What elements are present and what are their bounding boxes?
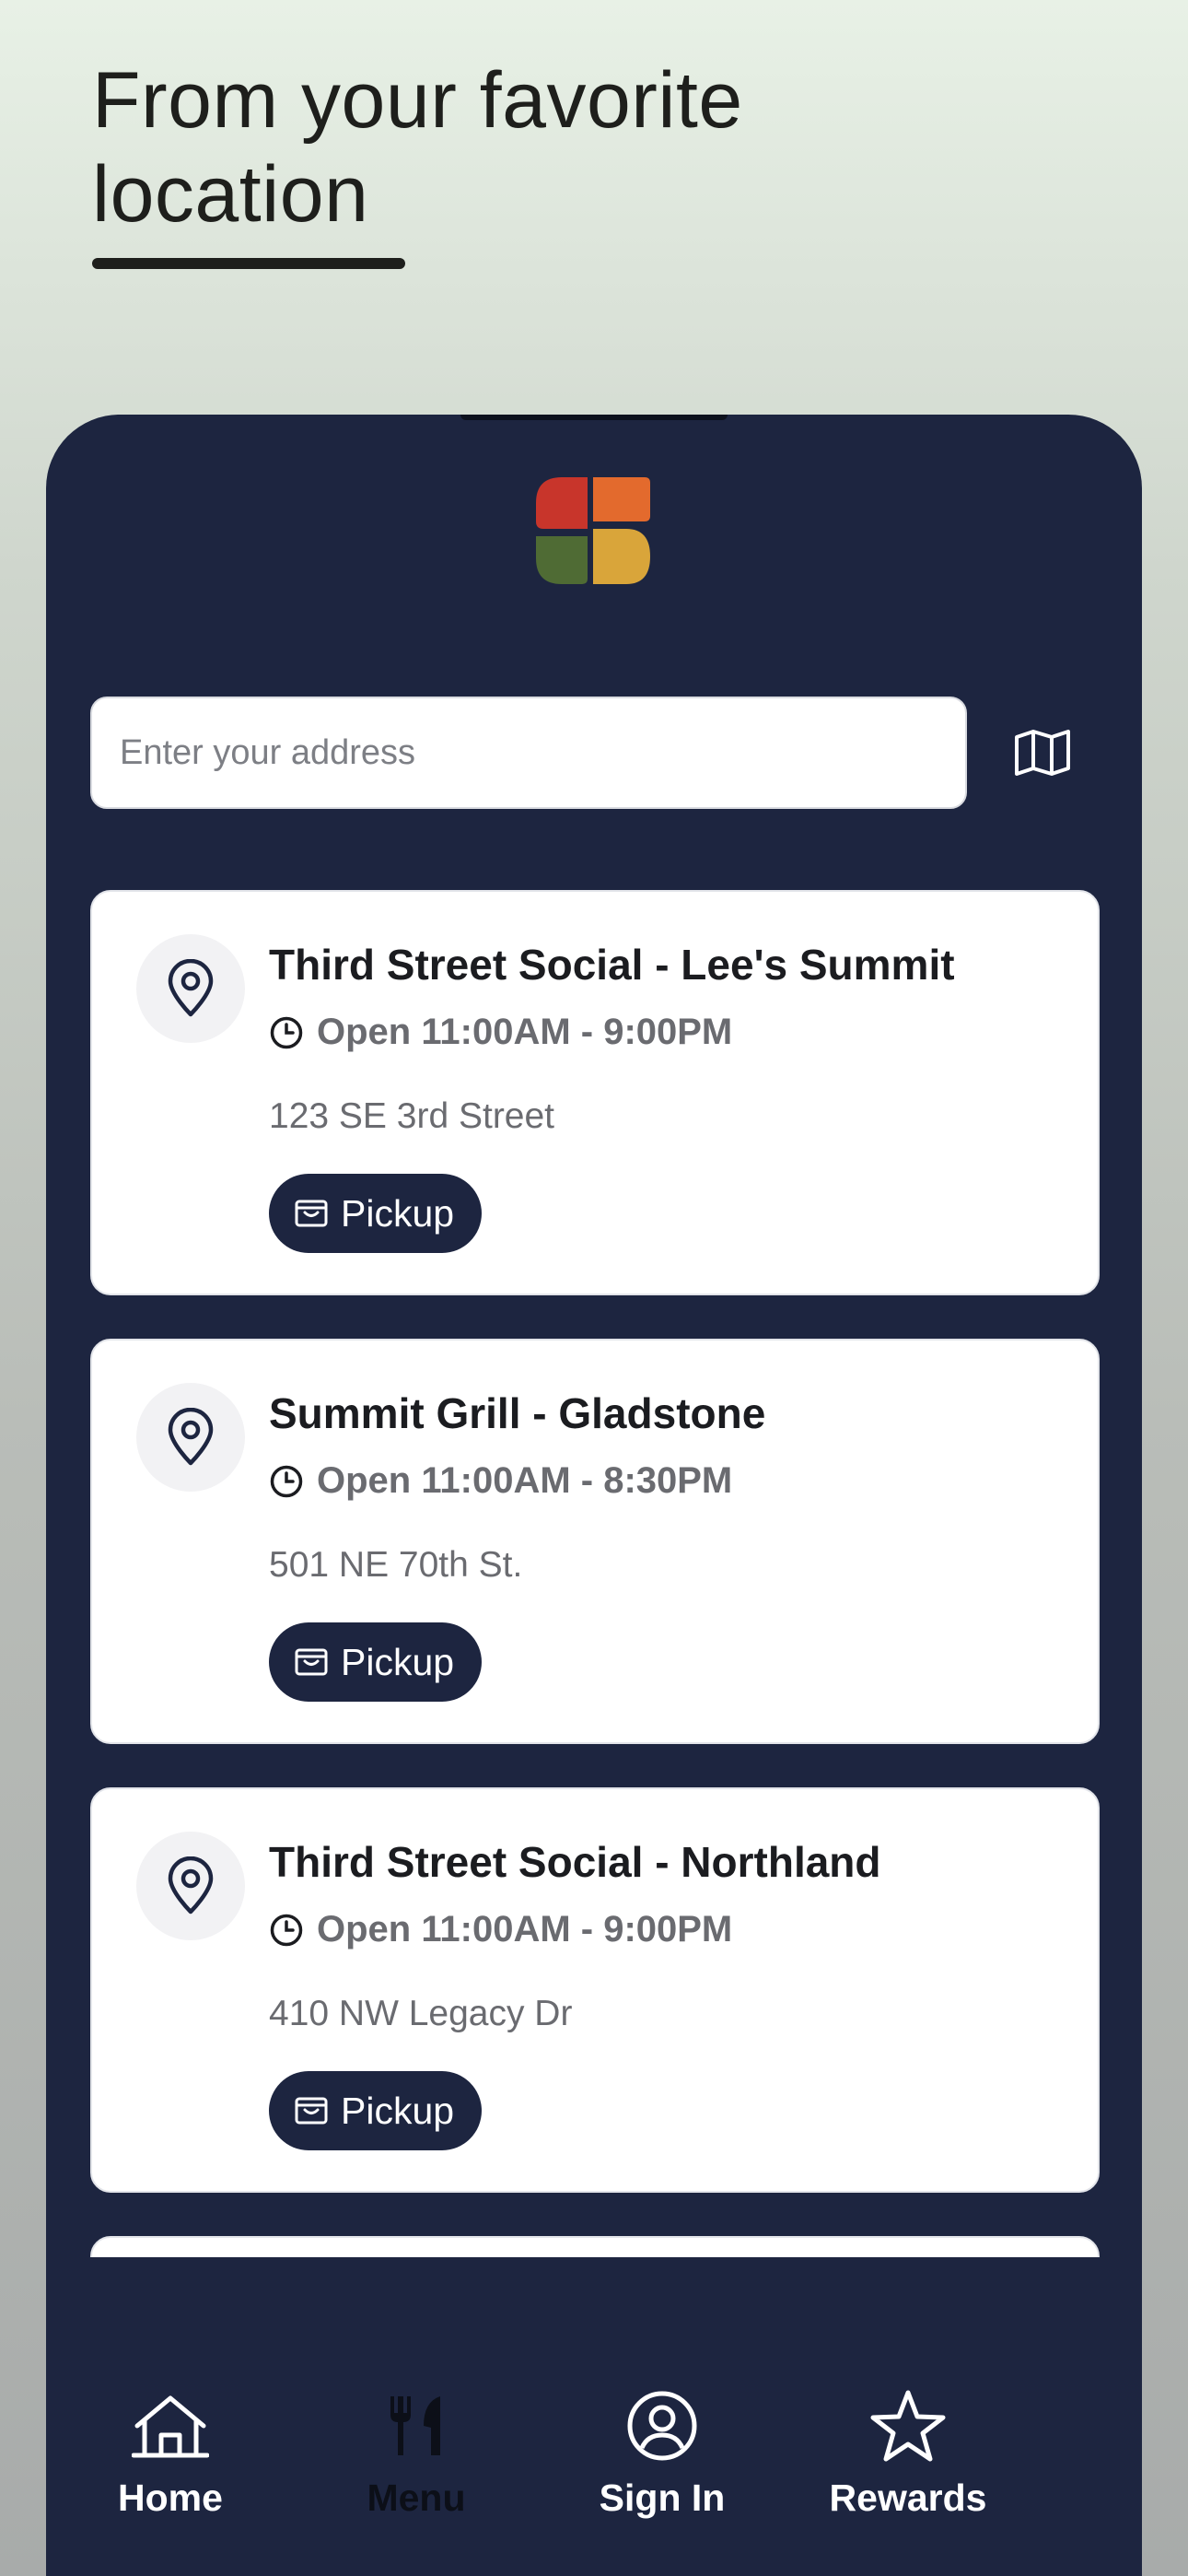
tab-rewards-label: Rewards bbox=[829, 2476, 987, 2519]
pickup-label: Pickup bbox=[341, 1191, 455, 1235]
bag-icon bbox=[295, 1648, 328, 1676]
location-pin-icon bbox=[168, 959, 214, 1017]
location-list: Third Street Social - Lee's Summit Open … bbox=[90, 890, 1100, 2257]
location-hours: Open 11:00AM - 9:00PM bbox=[269, 1909, 732, 1950]
location-name: Summit Grill - Gladstone bbox=[269, 1389, 766, 1437]
clock-icon bbox=[270, 1465, 303, 1497]
location-pin-badge bbox=[136, 1383, 245, 1492]
device-notch bbox=[460, 415, 728, 420]
location-card[interactable]: Third Street Social - Northland Open 11:… bbox=[90, 1787, 1100, 2193]
tab-menu-label: Menu bbox=[367, 2476, 466, 2519]
tab-home-label: Home bbox=[118, 2476, 223, 2519]
location-hours: Open 11:00AM - 9:00PM bbox=[269, 1012, 732, 1053]
clock-icon bbox=[270, 1016, 303, 1048]
brand-logo bbox=[534, 475, 654, 586]
location-address: 123 SE 3rd Street bbox=[269, 1096, 555, 1136]
pickup-label: Pickup bbox=[341, 2089, 455, 2132]
location-hours-text: Open 11:00AM - 8:30PM bbox=[317, 1460, 733, 1501]
brand-logo-mark bbox=[536, 477, 650, 584]
bottom-tab-bar: Home Menu Sign In Rewards bbox=[46, 2272, 1142, 2576]
promo-headline-line-1: From your favorite bbox=[92, 56, 743, 145]
home-icon bbox=[131, 2386, 210, 2465]
location-name: Third Street Social - Northland bbox=[269, 1838, 881, 1886]
tab-sign-in-label: Sign In bbox=[599, 2476, 726, 2519]
location-card[interactable]: Summit Grill - Gladstone Open 11:00AM - … bbox=[90, 1339, 1100, 1744]
pickup-button[interactable]: Pickup bbox=[269, 1174, 483, 1253]
location-address: 410 NW Legacy Dr bbox=[269, 1994, 573, 2033]
tab-sign-in[interactable]: Sign In bbox=[552, 2386, 773, 2552]
location-address: 501 NE 70th St. bbox=[269, 1545, 523, 1585]
location-pin-badge bbox=[136, 1832, 245, 1940]
location-hours-text: Open 11:00AM - 9:00PM bbox=[317, 1909, 733, 1950]
headline-underline bbox=[92, 258, 405, 269]
clock-icon bbox=[270, 1914, 303, 1946]
location-pin-icon bbox=[168, 1408, 214, 1466]
tab-home[interactable]: Home bbox=[60, 2386, 281, 2552]
map-icon bbox=[1015, 730, 1070, 776]
address-search-input[interactable] bbox=[90, 697, 967, 809]
location-card-partial[interactable] bbox=[90, 2236, 1100, 2257]
star-icon bbox=[868, 2386, 948, 2465]
fork-knife-icon bbox=[377, 2386, 456, 2465]
location-hours-text: Open 11:00AM - 9:00PM bbox=[317, 1012, 733, 1052]
pickup-button[interactable]: Pickup bbox=[269, 1622, 483, 1702]
location-pin-icon bbox=[168, 1856, 214, 1914]
user-circle-icon bbox=[623, 2386, 702, 2465]
tab-rewards[interactable]: Rewards bbox=[798, 2386, 1019, 2552]
pickup-button[interactable]: Pickup bbox=[269, 2071, 483, 2150]
pickup-label: Pickup bbox=[341, 1640, 455, 1683]
map-view-button[interactable] bbox=[1004, 714, 1081, 791]
promo-headline: From your favorite location bbox=[92, 53, 921, 241]
promo-headline-line-2: location bbox=[92, 150, 369, 239]
tab-menu[interactable]: Menu bbox=[306, 2386, 527, 2552]
bag-icon bbox=[295, 2097, 328, 2125]
location-hours: Open 11:00AM - 8:30PM bbox=[269, 1460, 732, 1502]
location-pin-badge bbox=[136, 934, 245, 1043]
bag-icon bbox=[295, 1200, 328, 1227]
app-screen: Third Street Social - Lee's Summit Open … bbox=[46, 415, 1142, 2576]
location-card[interactable]: Third Street Social - Lee's Summit Open … bbox=[90, 890, 1100, 1295]
location-name: Third Street Social - Lee's Summit bbox=[269, 941, 955, 989]
